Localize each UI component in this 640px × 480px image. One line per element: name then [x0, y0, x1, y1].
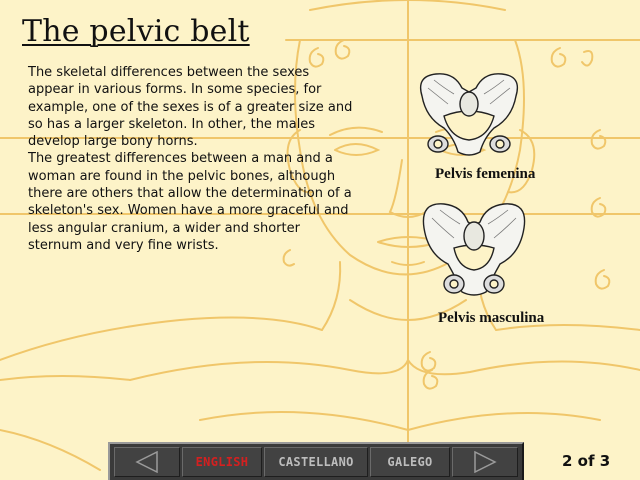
page-title: The pelvic belt — [22, 14, 250, 49]
previous-page-button[interactable] — [114, 447, 180, 477]
page-counter: 2 of 3 — [540, 448, 640, 480]
right-arrow-icon — [474, 451, 497, 473]
navigation-bar: ENGLISH CASTELLANO GALEGO — [108, 442, 524, 480]
language-castellano-button[interactable]: CASTELLANO — [264, 447, 368, 477]
male-pelvis-image — [422, 203, 526, 296]
language-english-button[interactable]: ENGLISH — [182, 447, 262, 477]
female-pelvis-image — [419, 73, 519, 156]
female-pelvis-caption: Pelvis femenina — [435, 166, 536, 182]
body-paragraph-1: The skeletal differences between the sex… — [28, 65, 353, 150]
body-paragraph-2: The greatest differences between a man a… — [28, 151, 352, 253]
next-page-button[interactable] — [452, 447, 518, 477]
language-galego-button[interactable]: GALEGO — [370, 447, 450, 477]
male-pelvis-caption: Pelvis masculina — [438, 310, 545, 326]
left-arrow-icon — [135, 451, 158, 473]
body-text: The skeletal differences between the sex… — [28, 64, 358, 254]
